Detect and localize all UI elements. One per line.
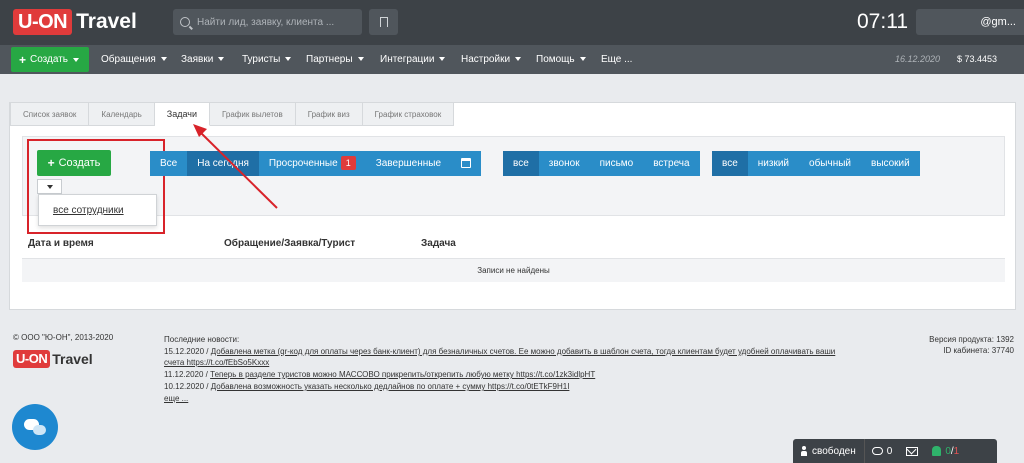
tab-orders-list[interactable]: Список заявок xyxy=(10,102,90,126)
nav-item-requests[interactable]: Обращения xyxy=(101,45,167,74)
footer-logo-mark: U-ON xyxy=(13,350,51,368)
chat-button[interactable] xyxy=(12,404,58,450)
mail-button[interactable] xyxy=(899,439,925,463)
filter-toolbar xyxy=(22,136,1005,216)
news-item: счета https://t.co/fEbSo5Kxxx xyxy=(164,358,269,367)
current-date: 16.12.2020 xyxy=(895,54,941,64)
news-link[interactable]: Добавлена возможность указать несколько … xyxy=(211,382,570,391)
calendar-icon xyxy=(461,158,472,169)
person-icon xyxy=(801,446,807,456)
user-menu[interactable]: @gm... xyxy=(916,9,1024,35)
plus-icon: + xyxy=(19,52,27,67)
chevron-down-icon xyxy=(160,57,167,62)
period-overdue-button[interactable]: Просроченные 1 xyxy=(258,151,366,176)
logo-text: Travel xyxy=(76,10,137,33)
comments-button[interactable]: 0 xyxy=(865,439,900,463)
top-header: U-ON Travel 07:11 @gm... xyxy=(0,0,1024,45)
version-info: Версия продукта: 1392 ID кабинета: 37740 xyxy=(929,334,1014,356)
bookmark-icon xyxy=(379,17,388,28)
chevron-down-icon xyxy=(439,57,446,62)
type-filter-group: все звонок письмо встреча xyxy=(503,151,700,176)
calendar-button[interactable] xyxy=(451,151,482,176)
overdue-count-badge: 1 xyxy=(340,156,356,170)
tab-visa-schedule[interactable]: График виз xyxy=(295,102,363,126)
nav-item-orders[interactable]: Заявки xyxy=(181,45,225,74)
nav-item-partners[interactable]: Партнеры xyxy=(306,45,364,74)
news-link[interactable]: счета https://t.co/fEbSo5Kxxx xyxy=(164,358,269,367)
nav-item-tourists[interactable]: Туристы xyxy=(242,45,292,74)
chevron-down-icon xyxy=(285,57,292,62)
notifications-button[interactable]: 0/1 xyxy=(925,439,966,463)
chat-icon xyxy=(24,419,46,435)
footer-logo: U-ON Travel xyxy=(13,350,93,368)
period-all-button[interactable]: Все xyxy=(150,151,188,176)
status-bar: свободен 0 0/1 xyxy=(793,439,997,463)
type-all-button[interactable]: все xyxy=(503,151,539,176)
bell-icon xyxy=(932,446,942,456)
comments-count: 0 xyxy=(886,445,893,457)
status-toggle[interactable]: свободен xyxy=(793,439,865,463)
type-call-button[interactable]: звонок xyxy=(538,151,590,176)
news-item: 10.12.2020 / Добавлена возможность указа… xyxy=(164,382,570,391)
status-label: свободен xyxy=(812,445,856,457)
period-completed-button[interactable]: Завершенные xyxy=(365,151,452,176)
news-more-link[interactable]: еще ... xyxy=(164,394,188,403)
bookmark-button[interactable] xyxy=(369,9,398,35)
news-title: Последние новости: xyxy=(164,335,240,344)
tab-flights-schedule[interactable]: График вылетов xyxy=(210,102,296,126)
cabinet-id: ID кабинета: 37740 xyxy=(943,346,1014,355)
clock: 07:11 xyxy=(857,10,908,33)
news-link[interactable]: Теперь в разделе туристов можно МАССОВО … xyxy=(210,370,595,379)
nav-item-integrations[interactable]: Интеграции xyxy=(380,45,446,74)
nav-item-more[interactable]: Еще ... xyxy=(601,45,632,74)
nav-create-label: Создать xyxy=(30,54,69,65)
priority-all-button[interactable]: все xyxy=(712,151,748,176)
chevron-down-icon xyxy=(357,57,364,62)
column-request[interactable]: Обращение/Заявка/Турист xyxy=(224,238,355,249)
nav-item-help[interactable]: Помощь xyxy=(536,45,586,74)
priority-filter-group: все низкий обычный высокий xyxy=(712,151,920,176)
column-datetime[interactable]: Дата и время xyxy=(28,238,94,249)
priority-high-button[interactable]: высокий xyxy=(861,151,920,176)
mail-icon xyxy=(906,446,919,456)
period-overdue-label: Просроченные xyxy=(268,158,338,169)
column-task[interactable]: Задача xyxy=(421,238,456,249)
empty-table-message: Записи не найдены xyxy=(22,258,1005,282)
uon-logo[interactable]: U-ON Travel xyxy=(13,9,137,35)
chevron-down-icon xyxy=(579,57,586,62)
priority-normal-button[interactable]: обычный xyxy=(799,151,861,176)
news-item: 11.12.2020 / Теперь в разделе туристов м… xyxy=(164,370,596,379)
chevron-down-icon xyxy=(515,57,522,62)
section-tabs: Список заявок Календарь Задачи График вы… xyxy=(10,102,455,126)
nav-create-button[interactable]: + Создать xyxy=(11,47,89,72)
search-box[interactable] xyxy=(173,9,362,35)
tab-calendar[interactable]: Календарь xyxy=(89,102,155,126)
comment-icon xyxy=(871,447,883,455)
news-link[interactable]: Добавлена метка (qr-код для оплаты через… xyxy=(211,347,836,356)
balance: $ 73.4453 xyxy=(957,54,998,64)
period-filter-group: Все На сегодня Просроченные 1 Завершенные xyxy=(150,151,482,176)
nav-item-settings[interactable]: Настройки xyxy=(461,45,522,74)
period-today-button[interactable]: На сегодня xyxy=(187,151,259,176)
product-version: Версия продукта: 1392 xyxy=(929,335,1014,344)
news-item: 15.12.2020 / Добавлена метка (qr-код для… xyxy=(164,347,836,356)
type-email-button[interactable]: письмо xyxy=(589,151,644,176)
type-meeting-button[interactable]: встреча xyxy=(643,151,700,176)
search-icon xyxy=(180,17,190,27)
priority-low-button[interactable]: низкий xyxy=(747,151,800,176)
tab-insurance-schedule[interactable]: График страховок xyxy=(362,102,455,126)
tasks-table-header: Дата и время Обращение/Заявка/Турист Зад… xyxy=(22,233,1005,257)
notif-red-count: 1 xyxy=(953,445,960,457)
footer-logo-text: Travel xyxy=(52,351,93,367)
logo-mark: U-ON xyxy=(13,9,73,35)
chevron-down-icon xyxy=(218,57,225,62)
search-input[interactable] xyxy=(197,16,357,28)
chevron-down-icon xyxy=(73,57,80,62)
tab-tasks[interactable]: Задачи xyxy=(154,102,211,126)
highlight-annotation xyxy=(27,139,165,234)
copyright: © ООО "Ю-ОН", 2013-2020 xyxy=(13,333,114,342)
main-nav: + Создать Обращения Заявки Туристы Партн… xyxy=(0,45,1024,74)
